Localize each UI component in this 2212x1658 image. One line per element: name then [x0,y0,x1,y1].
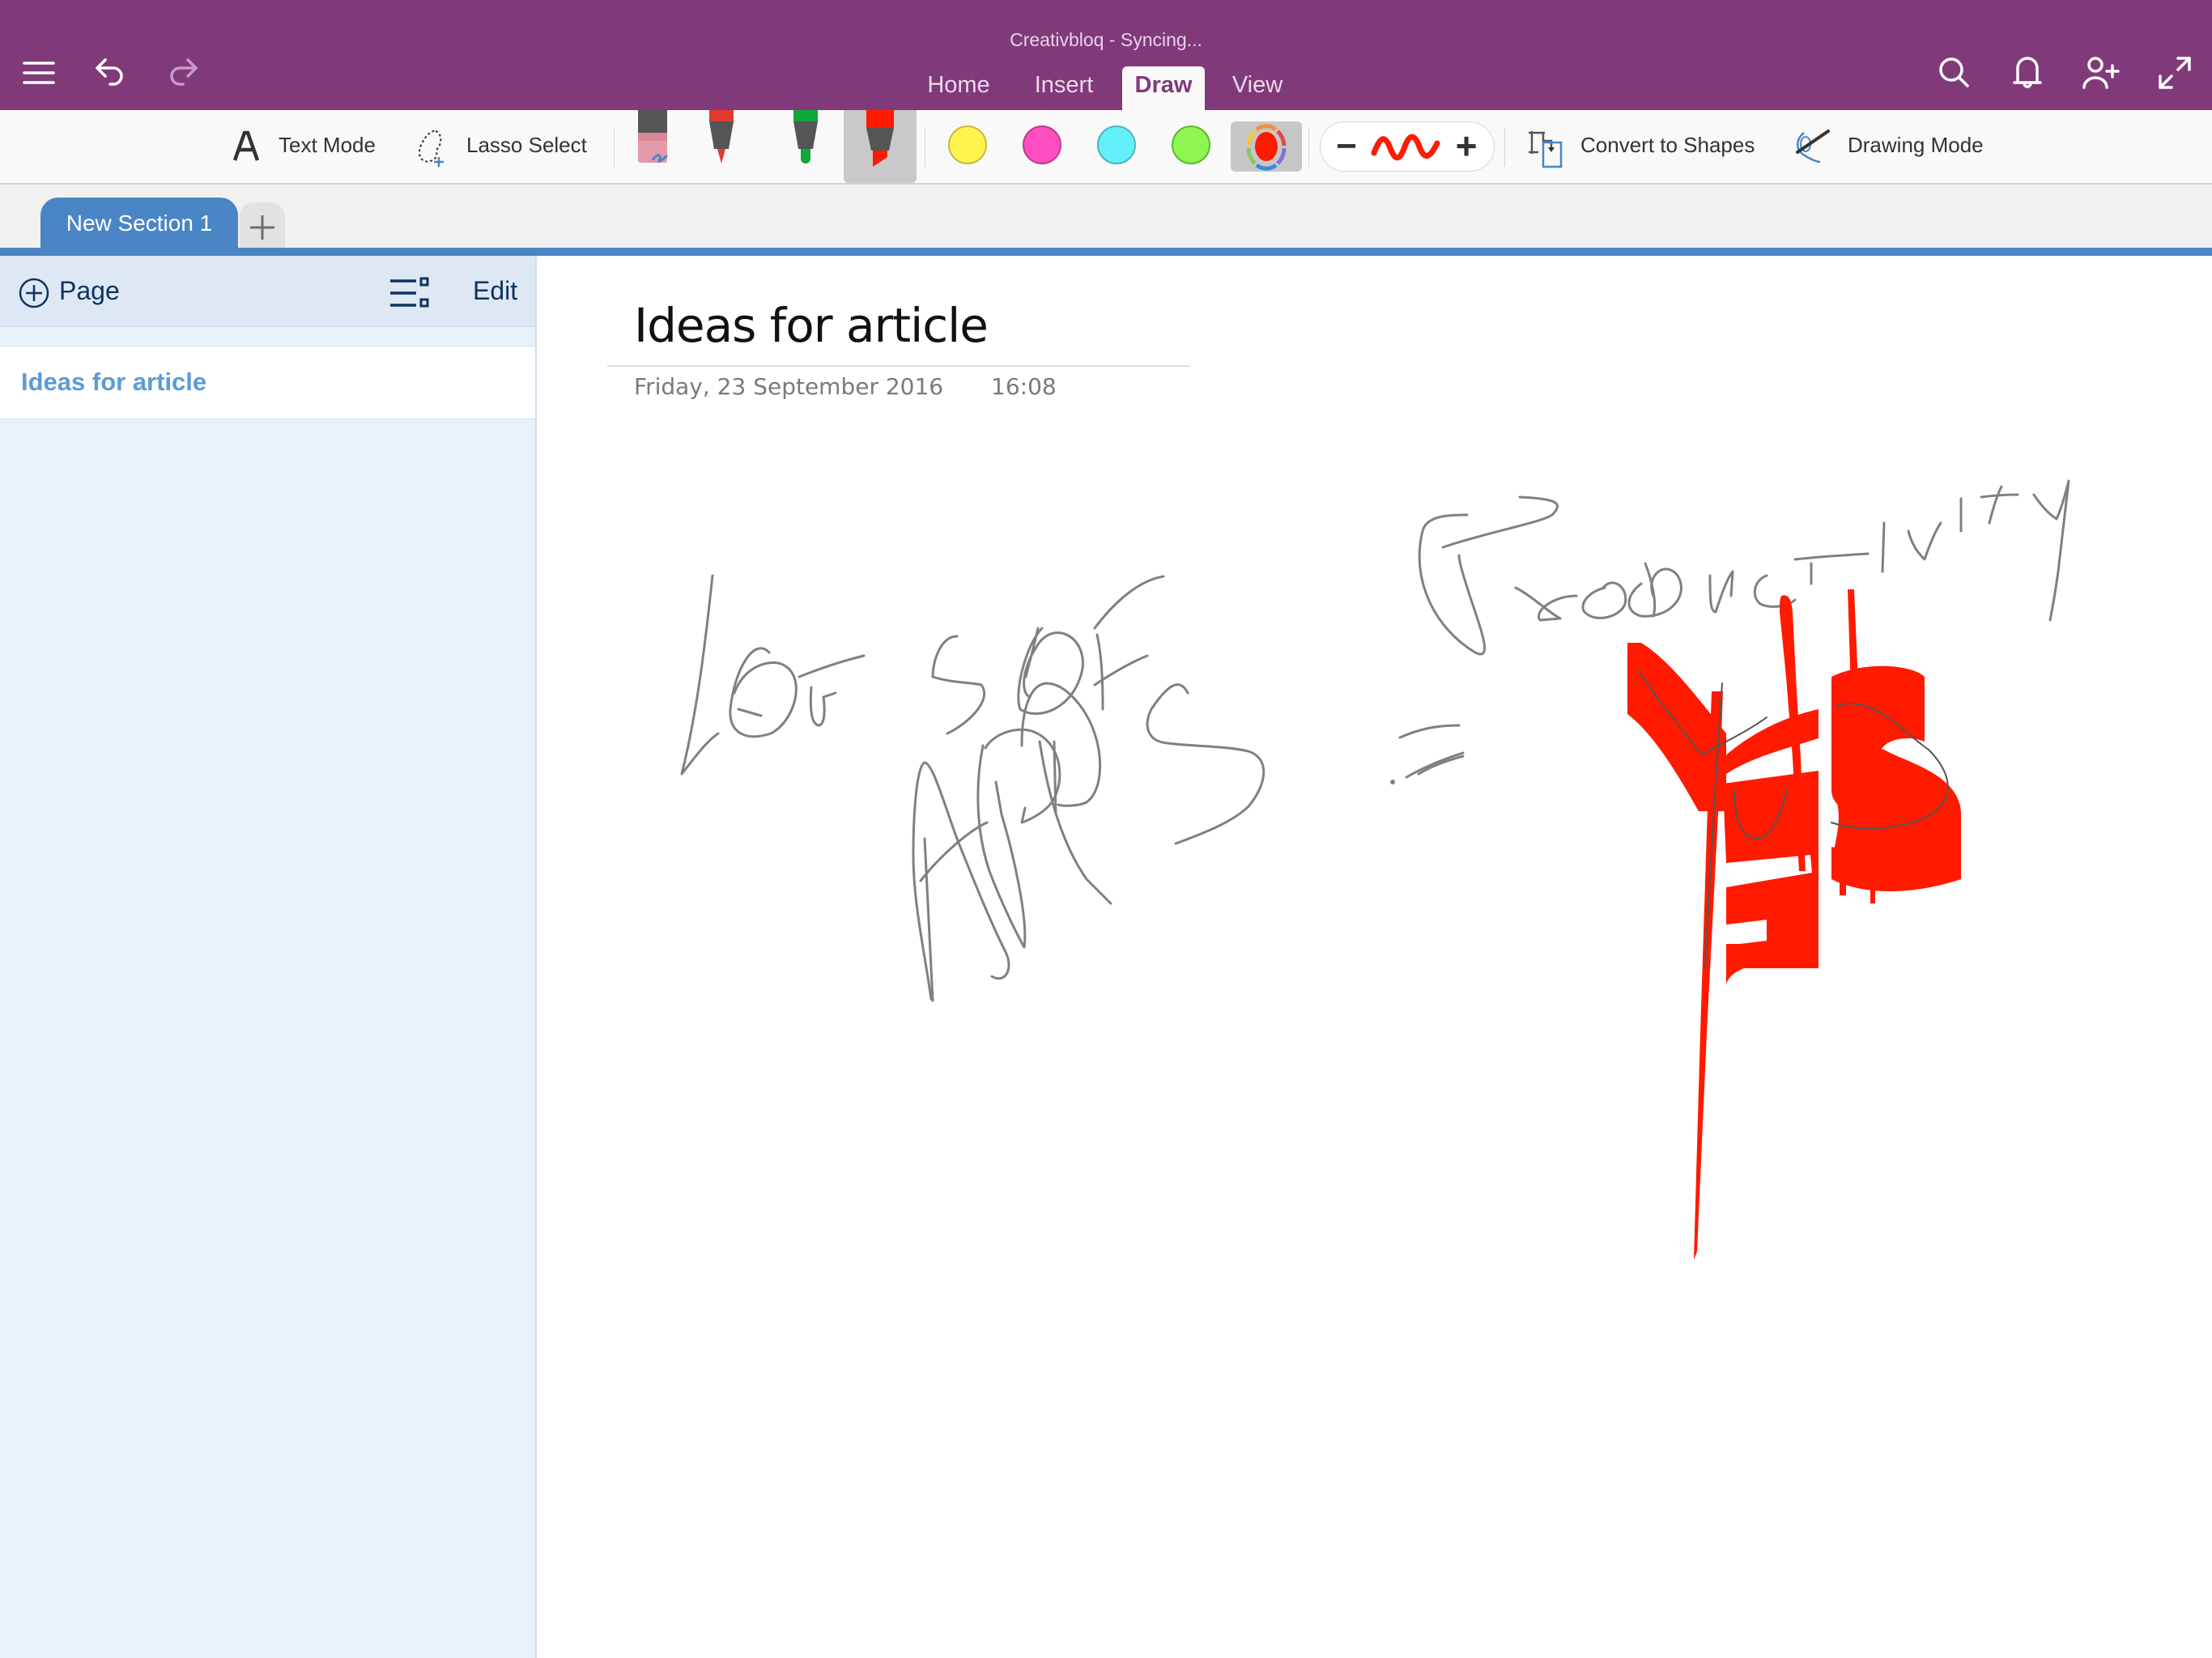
plus-icon [250,215,274,240]
add-page-label[interactable]: Page [59,276,120,306]
app-header: Creativbloq - Syncing... Home Insert Dra… [0,0,2212,110]
red-pen-tool[interactable] [698,110,747,183]
convert-to-shapes-label[interactable]: Convert to Shapes [1580,133,1755,158]
toolbar-divider [1504,128,1505,167]
ink-canvas[interactable] [536,256,2212,1658]
expand-icon[interactable] [2155,53,2194,92]
page-list-header: Page Edit [0,256,535,327]
drawing-mode-label[interactable]: Drawing Mode [1848,133,1984,158]
red-pen-icon [709,110,734,164]
section-tab-new-section-1[interactable]: New Section 1 [40,198,238,249]
tab-home[interactable]: Home [920,66,998,110]
add-page-button[interactable] [18,277,50,309]
section-tab-bar [0,185,2212,248]
section-accent-line [0,248,2212,256]
toolbar-divider [1308,128,1309,167]
search-icon[interactable] [1935,53,1974,92]
ink-lots-of [680,574,1165,776]
custom-color-button[interactable] [1231,121,1302,172]
color-wheel-icon [1246,124,1287,171]
thickness-decrease-button[interactable]: − [1329,125,1364,168]
green-pen-tool[interactable] [782,110,831,183]
draw-toolbar: Text Mode Lasso Select − + Convert to Sh… [0,110,2212,185]
green-pen-icon [793,110,818,164]
eraser-icon [638,110,669,163]
list-view-icon [390,277,429,308]
redo-icon[interactable] [164,53,202,92]
convert-to-shapes-icon[interactable] [1527,128,1566,168]
page-list-sidebar: Page Edit Ideas for article [0,256,537,1658]
color-yellow[interactable] [948,125,987,164]
page-list-item[interactable]: Ideas for article [0,346,535,419]
lasso-select-icon[interactable] [415,128,453,168]
sort-pages-button[interactable] [389,277,431,309]
page-list-item-title: Ideas for article [21,368,207,396]
hamburger-menu-icon[interactable] [19,53,58,92]
edit-button[interactable]: Edit [473,276,517,306]
add-section-button[interactable] [240,202,285,249]
text-mode-label[interactable]: Text Mode [279,133,376,158]
bell-icon[interactable] [2008,53,2047,92]
color-green[interactable] [1172,125,1210,164]
highlighter-icon [866,110,894,167]
eraser-tool[interactable] [628,110,685,183]
color-magenta[interactable] [1023,125,1061,164]
lasso-select-label[interactable]: Lasso Select [466,133,587,158]
add-circle-icon [19,278,49,308]
text-mode-icon [232,130,260,161]
thickness-increase-button[interactable]: + [1448,124,1484,168]
tab-draw[interactable]: Draw [1122,66,1205,110]
tab-insert[interactable]: Insert [1025,66,1103,110]
undo-icon[interactable] [91,53,130,92]
drawing-mode-icon[interactable] [1793,126,1833,167]
text-mode-button[interactable] [230,128,262,165]
tab-view[interactable]: View [1221,66,1294,110]
color-cyan[interactable] [1097,125,1136,164]
stroke-preview-icon [1371,134,1440,161]
ink-yes [1627,589,1961,1260]
app-title: Creativbloq - Syncing... [1010,29,1202,50]
toolbar-divider [614,128,615,167]
red-highlighter-tool[interactable] [844,110,917,183]
add-person-icon[interactable] [2081,53,2120,92]
ink-productivity [1418,479,2070,656]
thickness-control: − + [1320,121,1495,172]
ink-apps [912,682,1465,1002]
